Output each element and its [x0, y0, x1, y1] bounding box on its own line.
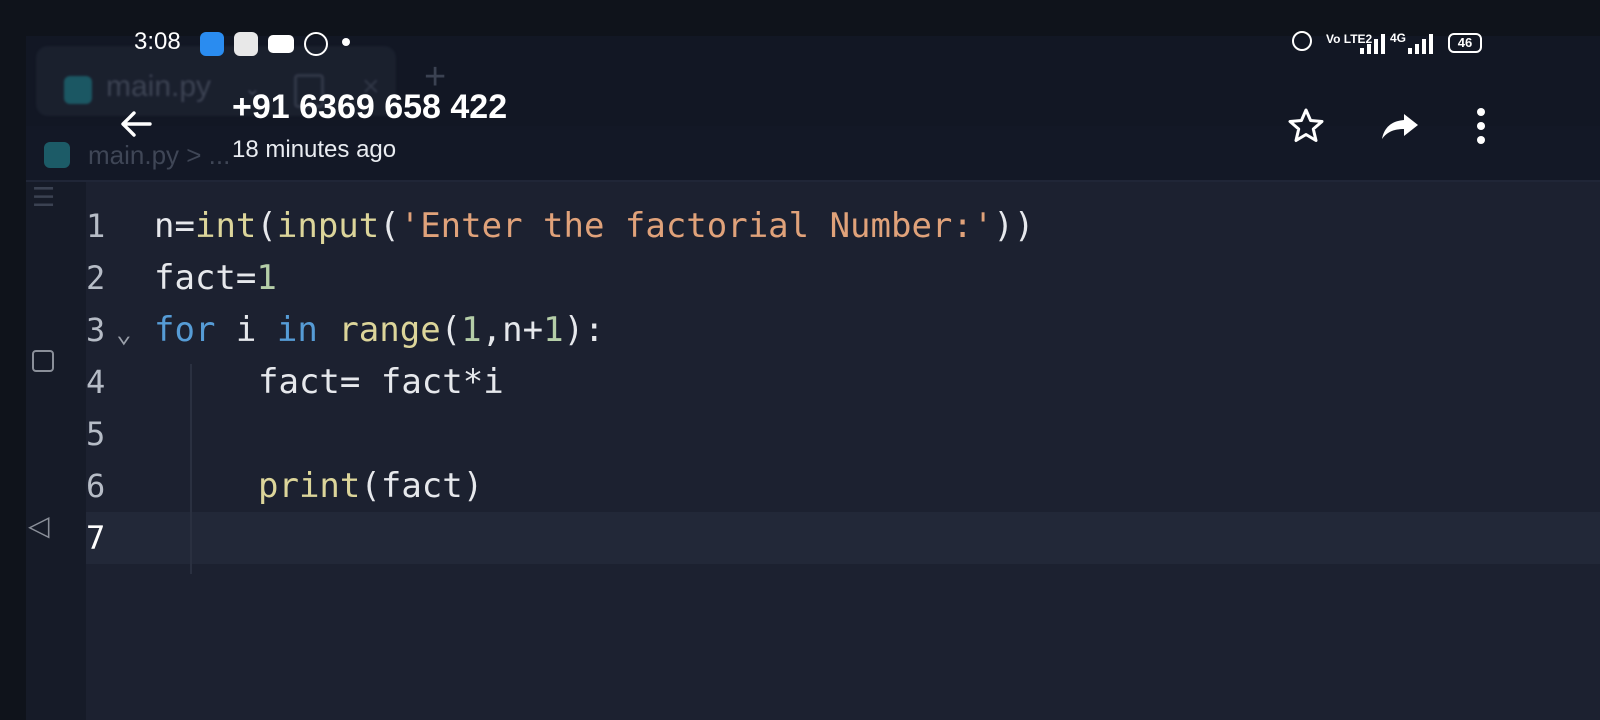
- line-number: 7: [86, 519, 106, 557]
- signal-icon: [1360, 32, 1386, 54]
- code-line-7: 7: [86, 512, 1600, 564]
- recents-icon[interactable]: [32, 350, 54, 372]
- arrow-left-icon[interactable]: [116, 104, 156, 144]
- menu-icon: ☰: [32, 182, 56, 212]
- line-number: 5: [86, 415, 106, 453]
- code-line-6: 6 print(fact): [86, 460, 1600, 512]
- share-icon[interactable]: [1380, 106, 1420, 146]
- breadcrumb: main.py > ...: [88, 140, 231, 170]
- nav-back-icon[interactable]: ◁: [28, 512, 50, 540]
- line-number: 4: [86, 363, 106, 401]
- photo-notification-icon: [234, 32, 258, 56]
- network-type: 4G: [1390, 31, 1407, 45]
- more-notifications-dot: [342, 38, 350, 46]
- page-title: +91 6369 658 422: [232, 88, 508, 126]
- code-text: for i in range(1,n+1):: [154, 310, 605, 350]
- python-file-icon: [64, 76, 92, 104]
- youtube-icon: [268, 35, 294, 53]
- editor-side-rail: ☰: [26, 182, 86, 720]
- star-icon[interactable]: [1286, 106, 1326, 146]
- line-number: 3: [86, 311, 106, 349]
- line-number: 6: [86, 467, 106, 505]
- status-time: 3:08: [134, 28, 181, 55]
- code-line-3: 3 ⌄ for i in range(1,n+1):: [86, 304, 1600, 356]
- fold-chevron-icon[interactable]: ⌄: [116, 308, 132, 360]
- tab-filename: main.py: [106, 70, 212, 103]
- code-text: n=int(input('Enter the factorial Number:…: [154, 206, 1035, 246]
- alarm-icon: [1292, 31, 1312, 51]
- battery-indicator: 46: [1448, 33, 1482, 53]
- app-notification-icon: [200, 32, 224, 56]
- code-line-2: 2 fact=1: [86, 252, 1600, 304]
- code-text: print(fact): [258, 466, 484, 506]
- code-area: 1 n=int(input('Enter the factorial Numbe…: [86, 200, 1600, 720]
- app-notification-icon: [304, 32, 328, 56]
- status-bar: 3:08 Vo LTE2 4G 46: [0, 0, 1600, 56]
- code-line-5: 5: [86, 408, 1600, 460]
- line-number: 1: [86, 207, 106, 245]
- python-file-icon: [44, 142, 70, 168]
- indent-guide: [190, 364, 192, 574]
- code-text: fact=1: [154, 258, 277, 298]
- code-text: fact= fact*i: [258, 362, 504, 402]
- code-line-4: 4 fact= fact*i: [86, 356, 1600, 408]
- code-line-1: 1 n=int(input('Enter the factorial Numbe…: [86, 200, 1600, 252]
- message-timestamp: 18 minutes ago: [232, 136, 397, 163]
- line-number: 2: [86, 259, 106, 297]
- more-vertical-icon[interactable]: [1474, 106, 1488, 146]
- signal-icon: [1408, 32, 1434, 54]
